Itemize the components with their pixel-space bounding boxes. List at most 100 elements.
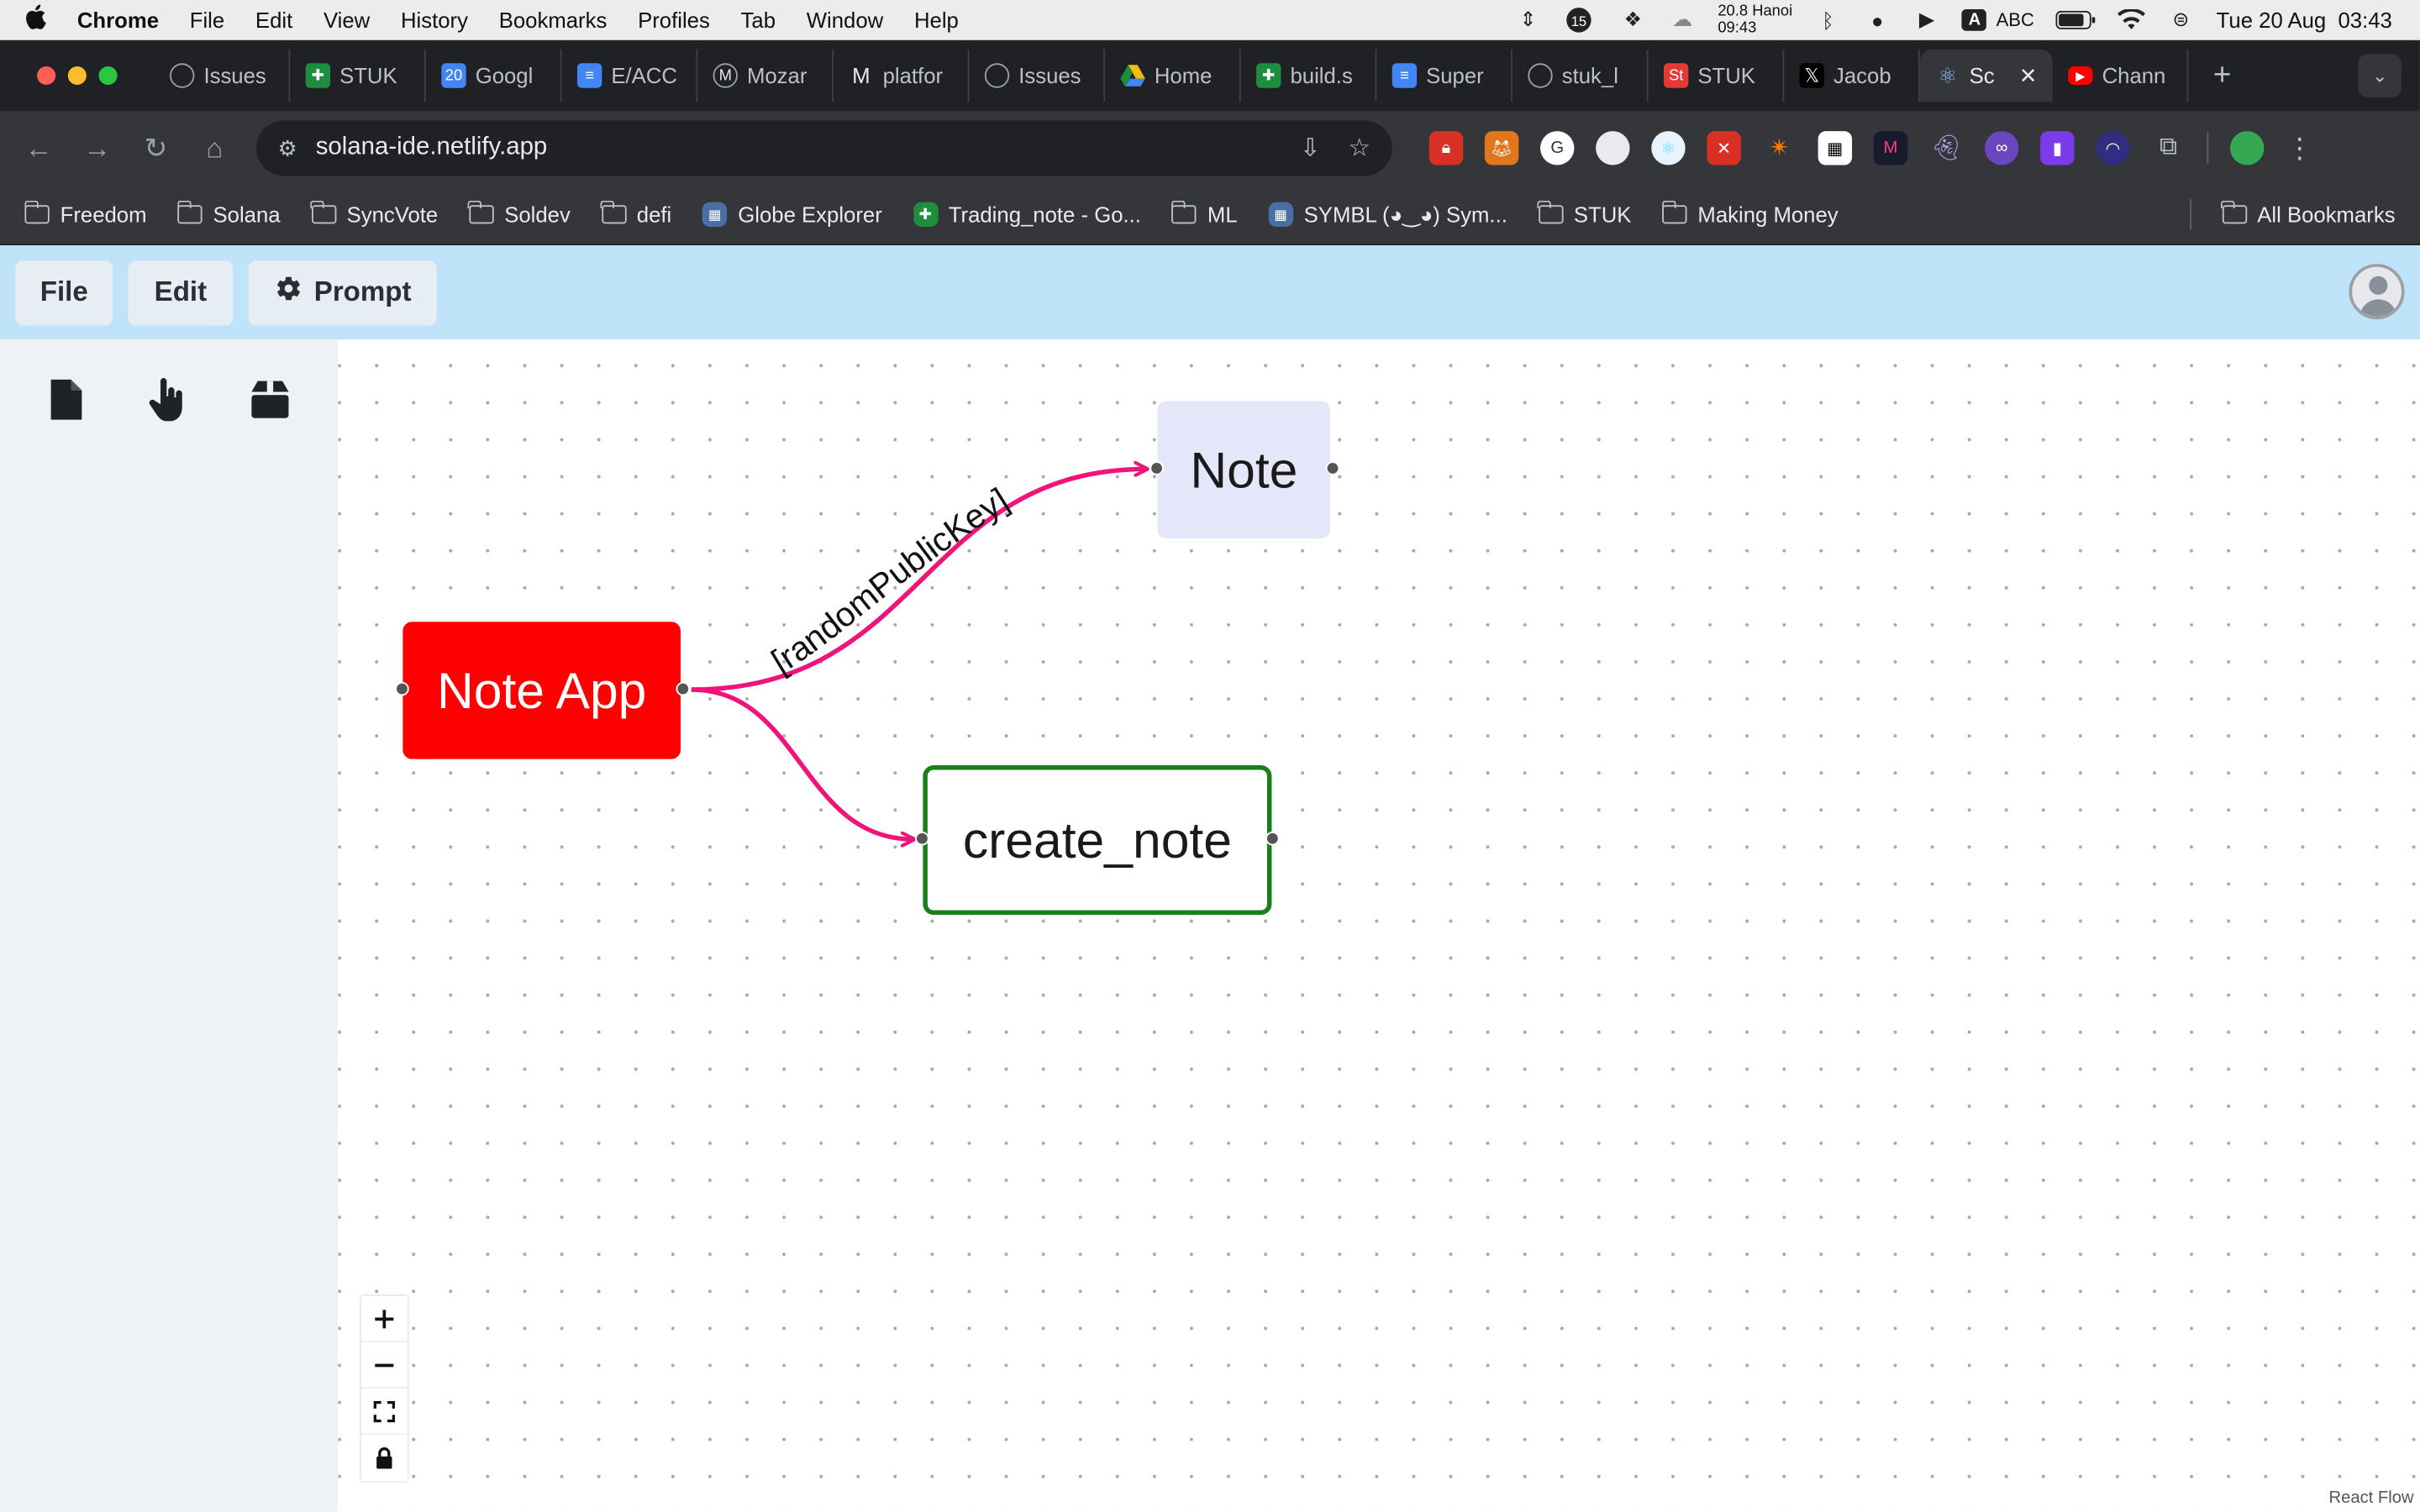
weather-widget[interactable]: 20.8 Hanoi 09:43 <box>1718 3 1792 37</box>
new-tab-button[interactable]: + <box>2188 58 2255 93</box>
node-note-app[interactable]: Note App <box>395 622 691 759</box>
all-bookmarks-button[interactable]: All Bookmarks <box>2221 200 2420 227</box>
menu-window[interactable]: Window <box>791 8 898 32</box>
bookmark-star-icon[interactable]: ☆ <box>1349 133 1370 164</box>
file-icon[interactable] <box>43 376 89 423</box>
bookmark-item[interactable]: defi <box>600 200 671 227</box>
browser-tab[interactable]: ≡ Super <box>1376 49 1512 102</box>
minimize-window-button[interactable] <box>67 66 87 86</box>
figma-icon[interactable]: ❖ <box>1619 8 1647 32</box>
node-note[interactable]: Note <box>1150 401 1340 539</box>
browser-tab[interactable]: Home <box>1105 49 1241 102</box>
zoom-out-button[interactable] <box>360 1342 408 1389</box>
bookmark-item[interactable]: ▦ SYMBL (◕‿◕) Sym... <box>1268 202 1507 228</box>
node-note-source-handle[interactable] <box>1325 461 1340 475</box>
reload-button[interactable]: ↻ <box>127 132 186 165</box>
menu-file[interactable]: File <box>174 8 239 32</box>
bluetooth-icon[interactable]: ᛒ <box>1814 8 1842 32</box>
menu-chrome[interactable]: Chrome <box>71 8 174 32</box>
bookmark-item[interactable]: STUK <box>1537 200 1631 227</box>
maximize-window-button[interactable] <box>98 66 118 86</box>
node-create-note-target-handle[interactable] <box>915 831 929 846</box>
lock-extension-icon[interactable]: 🔒︎ <box>1428 131 1464 165</box>
browser-tab[interactable]: ≡ E/ACC <box>562 49 698 102</box>
bookmark-item[interactable]: Making Money <box>1661 200 1839 227</box>
bookmark-item[interactable]: ✚ Trading_note - Go... <box>913 202 1141 227</box>
back-button[interactable]: ← <box>9 132 68 165</box>
hand-pointer-icon[interactable] <box>145 376 192 423</box>
browser-tab[interactable]: M Mozar <box>697 49 834 102</box>
wifi-icon[interactable] <box>2118 8 2146 32</box>
battery-icon[interactable] <box>2055 8 2096 32</box>
sync-arrows-icon[interactable]: ⇕ <box>1514 8 1542 32</box>
browser-tab[interactable]: Issues <box>969 49 1106 102</box>
site-info-icon[interactable]: ⚙ <box>278 135 297 161</box>
browser-tab[interactable]: 𝕏 Jacob <box>1784 49 1920 102</box>
gray-extension-icon[interactable] <box>1596 131 1630 165</box>
cloud-icon[interactable]: ☁ <box>1669 8 1697 32</box>
blocked-extension-icon[interactable]: ✕ <box>1707 131 1741 165</box>
menu-tab[interactable]: Tab <box>725 8 791 32</box>
bookmark-item[interactable]: Soldev <box>468 200 571 227</box>
node-create-note[interactable]: create_note <box>915 765 1280 916</box>
browser-tab[interactable]: ▶ Chann <box>2053 49 2189 102</box>
bookmark-item[interactable]: Solana <box>176 200 281 227</box>
file-menu-button[interactable]: File <box>15 260 113 325</box>
menu-profiles[interactable]: Profiles <box>623 8 725 32</box>
fit-view-button[interactable] <box>360 1389 408 1436</box>
browser-tab[interactable]: stuk_l <box>1512 49 1649 102</box>
prompt-button[interactable]: Prompt <box>248 260 437 325</box>
forward-button[interactable]: → <box>68 132 127 165</box>
edge-note-app-to-create-note[interactable] <box>691 687 913 839</box>
node-note-target-handle[interactable] <box>1150 461 1164 475</box>
user-icon[interactable]: ● <box>1864 8 1891 32</box>
control-center-icon[interactable]: ⊜ <box>2167 8 2195 32</box>
url-text[interactable]: solana-ide.netlify.app <box>316 134 548 162</box>
extensions-puzzle-icon[interactable]: ⧉ <box>2151 131 2185 165</box>
bookmark-item[interactable]: ▦ Globe Explorer <box>702 202 882 227</box>
bookmark-item[interactable]: ML <box>1171 200 1238 227</box>
phantom-extension-icon[interactable]: 👻︎ <box>1929 131 1963 165</box>
home-button[interactable]: ⌂ <box>185 132 244 165</box>
mc-extension-icon[interactable]: M <box>1873 131 1908 165</box>
notification-app-icon[interactable]: 15 <box>1564 8 1597 33</box>
menu-view[interactable]: View <box>308 8 386 32</box>
menu-bookmarks[interactable]: Bookmarks <box>483 8 622 32</box>
edge-label[interactable]: [randomPublicKey] <box>765 480 1015 681</box>
address-bar[interactable]: ⚙ solana-ide.netlify.app ⇩ ☆ <box>255 120 1392 176</box>
browser-tab[interactable]: ⚛ Sc ✕ <box>1919 49 2053 102</box>
edit-menu-button[interactable]: Edit <box>128 260 234 325</box>
browser-tab[interactable]: St STUK <box>1649 49 1785 102</box>
play-circle-icon[interactable]: ▶ <box>1912 8 1940 32</box>
close-window-button[interactable] <box>37 66 56 86</box>
node-note-app-source-handle[interactable] <box>676 681 691 696</box>
browser-tab[interactable]: ✚ build.s <box>1241 49 1377 102</box>
react-flow-attribution[interactable]: React Flow <box>2328 1488 2414 1508</box>
zoom-in-button[interactable] <box>360 1296 408 1342</box>
tab-search-button[interactable]: ⌄ <box>2358 54 2402 97</box>
react-devtools-extension-icon[interactable]: ⚛ <box>1651 131 1686 165</box>
close-tab-icon[interactable]: ✕ <box>2019 62 2038 88</box>
node-note-app-target-handle[interactable] <box>395 681 409 696</box>
menu-history[interactable]: History <box>386 8 484 32</box>
install-app-icon[interactable]: ⇩ <box>1300 133 1321 164</box>
spark-extension-icon[interactable]: ✴ <box>1763 131 1797 165</box>
lock-toggle-button[interactable] <box>361 1435 408 1481</box>
bookmark-item[interactable]: Freedom <box>24 200 147 227</box>
user-avatar[interactable] <box>2349 264 2405 320</box>
purple-extension-icon[interactable]: ∞ <box>1984 131 2019 165</box>
box-icon[interactable] <box>247 376 293 423</box>
bookmark-item[interactable]: SyncVote <box>310 200 438 227</box>
grammarly-extension-icon[interactable]: G <box>1540 131 1575 165</box>
browser-tab[interactable]: ✚ STUK <box>290 49 426 102</box>
browser-tab[interactable]: Issues <box>155 49 291 102</box>
browser-tab[interactable]: 20 Googl <box>426 49 562 102</box>
book-extension-icon[interactable]: ▮ <box>2040 131 2075 165</box>
qr-extension-icon[interactable]: ▦ <box>1818 131 1853 165</box>
apple-logo-icon[interactable] <box>0 3 71 37</box>
browser-tab[interactable]: Mplatfor <box>834 49 970 102</box>
chrome-menu-icon[interactable]: ⋮ <box>2286 132 2313 165</box>
menu-edit[interactable]: Edit <box>240 8 308 32</box>
input-source-badge[interactable]: A <box>1962 9 1987 31</box>
clock[interactable]: Tue 20 Aug 03:43 <box>2217 8 2392 32</box>
